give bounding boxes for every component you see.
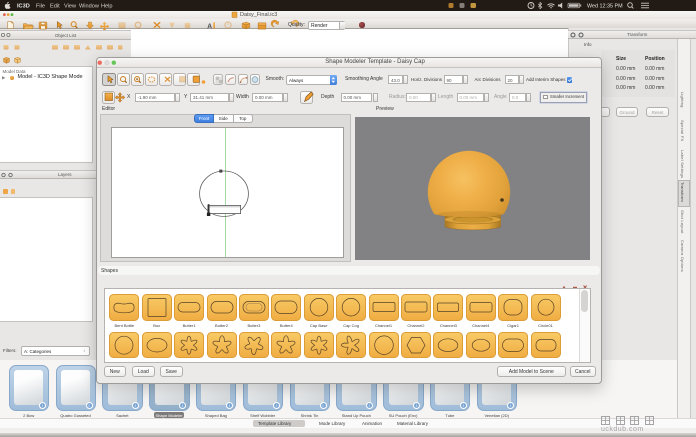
svg-text:Wed 12:35 PM: Wed 12:35 PM (587, 4, 623, 10)
svg-text:IC3D: IC3D (17, 4, 30, 10)
svg-text:Window: Window (79, 4, 100, 10)
svg-text:View: View (64, 4, 77, 10)
svg-text:Edit: Edit (50, 4, 60, 10)
svg-text:File: File (36, 4, 45, 10)
svg-text:A: A (207, 23, 212, 30)
svg-text:Help: Help (101, 4, 113, 10)
